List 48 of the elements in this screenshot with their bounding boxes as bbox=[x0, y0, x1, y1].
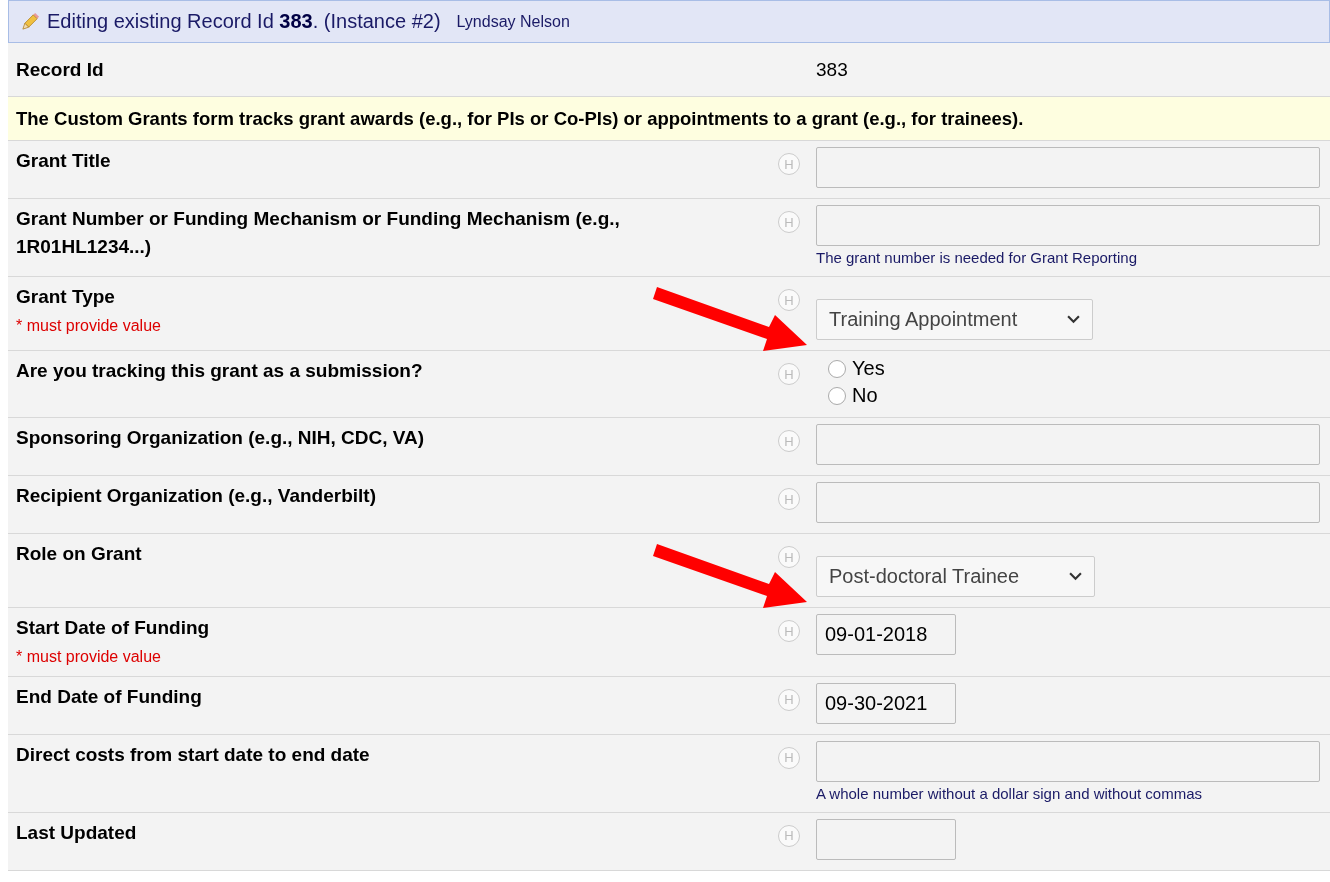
dropdown[interactable]: Training Appointment bbox=[816, 299, 1094, 340]
chevron-down-icon bbox=[1067, 315, 1081, 324]
radio-button[interactable] bbox=[828, 386, 846, 405]
input-field[interactable] bbox=[816, 205, 1320, 246]
header-title: Editing existing Record Id 383. (Instance #2) bbox=[47, 10, 441, 33]
date-field[interactable] bbox=[816, 818, 956, 860]
help-icon[interactable]: H bbox=[778, 488, 800, 510]
field-note: A whole number without a dollar sign and without commas bbox=[816, 784, 1203, 802]
radio-label[interactable]: Yes bbox=[852, 357, 885, 380]
required-note: * must provide value bbox=[16, 316, 162, 335]
field-label: Grant Number or Funding Mechanism or Funding Mechanism (e.g., 1R01HL1234...) bbox=[16, 207, 621, 259]
help-icon[interactable]: H bbox=[778, 211, 800, 233]
help-icon[interactable]: H bbox=[778, 620, 800, 642]
field-label: Start Date of Funding bbox=[16, 616, 211, 640]
field-label: Direct costs from start date to end date bbox=[16, 742, 371, 767]
pencil-icon bbox=[19, 10, 41, 33]
radio-button[interactable] bbox=[828, 359, 846, 378]
field-label: Grant Title bbox=[16, 149, 112, 173]
chevron-down-icon bbox=[1069, 572, 1083, 581]
date-field[interactable]: 09-30-2021 bbox=[816, 682, 956, 724]
help-icon[interactable]: H bbox=[778, 688, 800, 711]
input-field[interactable] bbox=[816, 740, 1320, 782]
field-label: Record Id bbox=[16, 57, 105, 82]
help-icon[interactable]: H bbox=[778, 746, 800, 769]
field-label: Role on Grant bbox=[16, 542, 143, 566]
field-label: Are you tracking this grant as a submission? bbox=[16, 359, 424, 383]
required-note: * must provide value bbox=[16, 647, 162, 666]
field-label: Last Updated bbox=[16, 820, 138, 845]
help-icon[interactable]: H bbox=[778, 430, 800, 452]
help-icon[interactable]: H bbox=[778, 289, 800, 311]
help-icon[interactable]: H bbox=[778, 546, 800, 568]
input-field[interactable] bbox=[816, 147, 1320, 188]
user-name: Lyndsay Nelson bbox=[456, 12, 570, 31]
form-notice: The Custom Grants form tracks grant awards (e.g., for PIs or Co-PIs) or appointments to a grant (e.g., for trainees). bbox=[8, 97, 1330, 141]
radio-label[interactable]: No bbox=[852, 384, 878, 407]
date-field[interactable]: 09-01-2018 bbox=[816, 614, 956, 655]
field-label: End Date of Funding bbox=[16, 684, 203, 709]
help-icon[interactable]: H bbox=[778, 824, 800, 847]
help-icon[interactable]: H bbox=[778, 153, 800, 175]
help-icon[interactable]: H bbox=[778, 363, 800, 385]
field-label: Recipient Organization (e.g., Vanderbilt) bbox=[16, 484, 377, 508]
field-note: The grant number is needed for Grant Reporting bbox=[816, 249, 1137, 266]
input-field[interactable] bbox=[816, 482, 1320, 523]
input-field[interactable] bbox=[816, 424, 1320, 465]
field-label: Grant Type bbox=[16, 285, 116, 309]
dropdown[interactable]: Post-doctoral Trainee bbox=[816, 556, 1096, 597]
record-id-value: 383 bbox=[816, 58, 848, 81]
field-label: Sponsoring Organization (e.g., NIH, CDC, VA) bbox=[16, 426, 426, 450]
